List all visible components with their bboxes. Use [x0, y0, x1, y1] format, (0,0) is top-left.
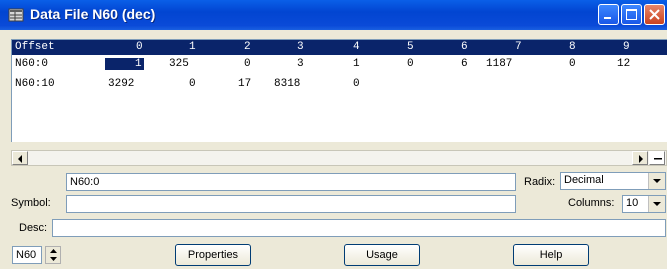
- usage-button[interactable]: Usage: [344, 244, 420, 266]
- table-cell[interactable]: 1: [353, 58, 360, 70]
- symbol-field[interactable]: [66, 195, 516, 213]
- row-offset: N60:0: [15, 58, 49, 70]
- table-cell[interactable]: 3292: [108, 78, 134, 90]
- scroll-right-icon: [639, 155, 643, 163]
- maximize-button[interactable]: [621, 4, 642, 25]
- data-file-icon: [8, 8, 24, 22]
- table-row: N60:10 3292 0 17 8318 0: [12, 77, 667, 93]
- header-col-2: 2: [244, 41, 251, 53]
- dropdown-button[interactable]: [648, 196, 665, 212]
- table-cell[interactable]: 8318: [274, 78, 300, 90]
- data-table[interactable]: Offset 0 1 2 3 4 5 6 7 8 9 N60:0 1 325 0…: [11, 39, 667, 142]
- desc-label: Desc:: [19, 222, 48, 234]
- table-header: Offset 0 1 2 3 4 5 6 7 8 9: [12, 40, 667, 55]
- address-field[interactable]: N60:0: [66, 173, 516, 191]
- minimize-button[interactable]: [598, 4, 619, 25]
- collapse-button[interactable]: [649, 151, 665, 165]
- radix-value: Decimal: [564, 174, 604, 186]
- help-button[interactable]: Help: [513, 244, 589, 266]
- file-spinner[interactable]: N60: [12, 246, 62, 264]
- row-offset: N60:10: [15, 78, 55, 90]
- table-cell[interactable]: 0: [244, 58, 251, 70]
- columns-label: Columns:: [568, 197, 615, 209]
- symbol-label: Symbol:: [11, 197, 51, 209]
- scroll-right-button[interactable]: [632, 151, 648, 165]
- table-cell[interactable]: 3: [297, 58, 304, 70]
- header-col-4: 4: [353, 41, 360, 53]
- header-col-7: 7: [515, 41, 522, 53]
- table-cell[interactable]: 0: [189, 78, 196, 90]
- horizontal-scrollbar[interactable]: [11, 150, 667, 166]
- table-cell[interactable]: 0: [353, 78, 360, 90]
- minimize-icon: [604, 17, 611, 19]
- desc-field[interactable]: [52, 219, 666, 237]
- scroll-left-button[interactable]: [12, 151, 28, 165]
- header-offset: Offset: [15, 41, 55, 53]
- columns-value: 10: [626, 197, 639, 209]
- table-cell[interactable]: 0: [407, 58, 414, 70]
- radix-label: Radix:: [524, 176, 556, 188]
- dropdown-arrow-icon: [653, 179, 661, 183]
- header-col-6: 6: [461, 41, 468, 53]
- table-cell[interactable]: 6: [461, 58, 468, 70]
- header-col-9: 9: [623, 41, 630, 53]
- table-cell[interactable]: 1187: [486, 58, 512, 70]
- data-file-window: Data File N60 (dec) Offset 0 1 2 3 4 5 6…: [0, 0, 667, 269]
- header-col-0: 0: [136, 41, 143, 53]
- table-row: N60:0 1 325 0 3 1 0 6 1187 0 12: [12, 57, 667, 73]
- header-col-5: 5: [407, 41, 414, 53]
- scroll-left-icon: [18, 155, 22, 163]
- window-title: Data File N60 (dec): [30, 6, 156, 22]
- header-col-8: 8: [569, 41, 576, 53]
- table-cell-selected[interactable]: 1: [105, 58, 144, 70]
- close-icon: [649, 9, 660, 20]
- columns-select[interactable]: 10: [622, 195, 666, 213]
- title-bar[interactable]: Data File N60 (dec): [0, 0, 667, 30]
- header-col-3: 3: [297, 41, 304, 53]
- close-button[interactable]: [644, 4, 665, 25]
- table-cell[interactable]: 17: [238, 78, 251, 90]
- dropdown-arrow-icon: [653, 202, 661, 206]
- spinner-buttons[interactable]: [45, 246, 61, 264]
- spin-up-icon[interactable]: [50, 249, 57, 253]
- table-cell[interactable]: 12: [617, 58, 630, 70]
- maximize-icon: [626, 9, 637, 20]
- table-cell[interactable]: 0: [569, 58, 576, 70]
- table-cell[interactable]: 325: [169, 58, 189, 70]
- file-spinner-input[interactable]: N60: [12, 246, 42, 264]
- minus-icon: [654, 158, 662, 160]
- dropdown-button[interactable]: [648, 173, 665, 189]
- radix-select[interactable]: Decimal: [560, 172, 666, 190]
- header-col-1: 1: [189, 41, 196, 53]
- spin-down-icon[interactable]: [50, 257, 57, 261]
- properties-button[interactable]: Properties: [175, 244, 251, 266]
